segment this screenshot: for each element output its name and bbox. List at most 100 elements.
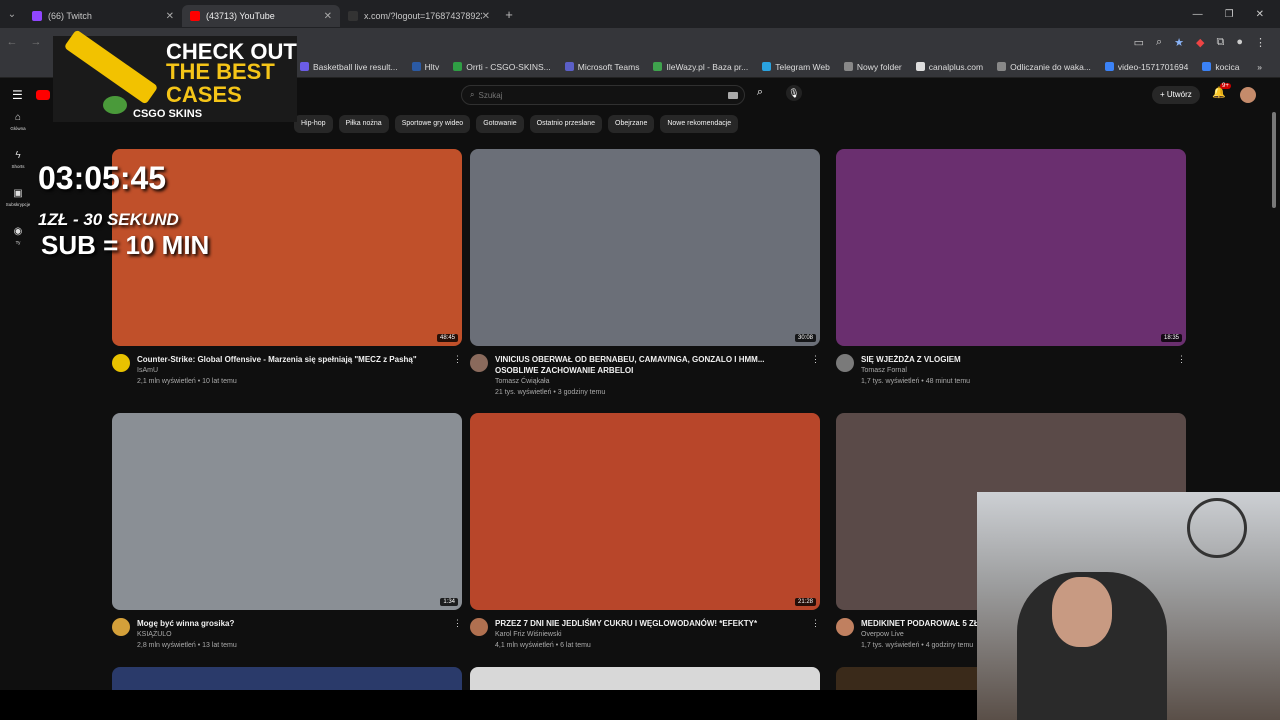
tab-search-icon[interactable]: ⌄ (0, 9, 24, 20)
video-card[interactable]: 30:08 VINICIUS OBERWAŁ OD BERNABEU, CAMA… (470, 149, 820, 398)
more-actions-icon[interactable]: ⋮ (453, 618, 462, 651)
filter-chip[interactable]: Ostatnio przesłane (529, 115, 603, 133)
channel-name[interactable]: Tomasz Fornal (861, 365, 1173, 376)
extension-icon[interactable]: ◆ (1196, 36, 1204, 49)
browser-tab[interactable]: x.com/?logout=176874378923 ✕ (340, 5, 498, 27)
bookmark-label: Orrti - CSGO-SKINS... (466, 61, 551, 72)
more-actions-icon[interactable]: ⋮ (453, 354, 462, 387)
video-thumbnail[interactable] (112, 667, 462, 691)
bookmark-label: video-1571701694 (1117, 61, 1189, 72)
video-title[interactable]: Counter-Strike: Global Offensive - Marze… (137, 354, 449, 365)
tab-title: (43713) YouTube (206, 11, 275, 21)
video-thumbnail[interactable]: 1:34 (112, 413, 462, 610)
sidebar-item-label: Subskrypcje (5, 202, 31, 207)
video-title[interactable]: VINICIUS OBERWAŁ OD BERNABEU, CAMAVINGA,… (495, 354, 807, 376)
extensions-puzzle-icon[interactable]: ⧉ (1216, 36, 1224, 49)
cast-icon[interactable]: ▭ (1134, 36, 1144, 49)
notification-badge: 9+ (1220, 83, 1231, 89)
filter-chip[interactable]: Piłka nożna (338, 115, 389, 133)
video-title[interactable]: Mogę być winna grosika? (137, 618, 449, 629)
video-title[interactable]: PRZEZ 7 DNI NIE JEDLIŚMY CUKRU I WĘGLOWO… (495, 618, 807, 629)
search-input[interactable] (478, 90, 679, 100)
scrollbar[interactable] (1272, 112, 1276, 208)
bookmark-label: Telegram Web (775, 61, 830, 72)
video-duration: 1:34 (440, 598, 458, 606)
profile-icon[interactable]: ● (1236, 36, 1243, 48)
browser-tab[interactable]: (66) Twitch ✕ (24, 5, 182, 27)
sub-rule: SUB = 10 MIN (41, 230, 210, 260)
channel-avatar[interactable] (836, 354, 854, 372)
video-card[interactable]: 21:28 PRZEZ 7 DNI NIE JEDLIŚMY CUKRU I W… (470, 413, 820, 651)
video-card[interactable]: 18:35 SIĘ WJEŻDŻA Z VLOGIEM Tomasz Forna… (836, 149, 1186, 387)
channel-name[interactable]: KSIĄŻULO (137, 629, 449, 640)
bookmark-item[interactable]: video-1571701694 (1104, 61, 1189, 72)
bookmark-item[interactable]: Odliczanie do waka... (997, 62, 1091, 72)
close-tab-icon[interactable]: ✕ (166, 11, 174, 22)
close-window-icon[interactable]: ✕ (1256, 9, 1264, 20)
sidebar-item[interactable]: ▣ Subskrypcje (0, 188, 36, 226)
bottom-strip (0, 690, 977, 720)
forward-icon[interactable]: → (24, 36, 48, 48)
channel-avatar[interactable] (470, 618, 488, 636)
filter-chip[interactable]: Gotowanie (476, 115, 524, 133)
menu-kebab-icon[interactable]: ⋮ (1255, 36, 1266, 49)
microphone-icon[interactable]: 🎙 (786, 85, 802, 101)
sidebar-item[interactable]: ⌂ Główna (0, 112, 36, 150)
bookmark-label: Nowy folder (856, 61, 902, 72)
youtube-logo[interactable] (36, 90, 50, 100)
minimize-icon[interactable]: — (1193, 9, 1203, 20)
video-thumbnail[interactable]: 30:08 (470, 149, 820, 346)
channel-avatar[interactable] (112, 354, 130, 372)
menu-icon[interactable]: ☰ (12, 88, 23, 102)
filter-chip[interactable]: Obejrzane (608, 115, 655, 133)
channel-avatar[interactable] (836, 618, 854, 636)
channel-name[interactable]: Karol Friz Wiśniewski (495, 629, 807, 640)
filter-chip[interactable]: Sportowe gry wideo (394, 115, 471, 133)
restore-icon[interactable]: ❐ (1225, 9, 1234, 20)
bookmark-item[interactable]: Basketball live result... (300, 62, 398, 72)
bookmark-item[interactable]: IleWazy.pl - Baza pr... (653, 62, 748, 72)
sidebar-item[interactable]: ◉ Ty (0, 226, 36, 264)
channel-name[interactable]: Tomasz Ćwiąkała (495, 376, 807, 387)
video-thumbnail[interactable]: 18:35 (836, 149, 1186, 346)
close-tab-icon[interactable]: ✕ (482, 11, 490, 22)
sidebar-item[interactable]: ϟ Shorts (0, 150, 36, 188)
avatar[interactable] (1240, 87, 1256, 103)
video-thumbnail[interactable]: 21:28 (470, 413, 820, 610)
search-button[interactable]: ⌕ (750, 86, 770, 99)
bookmark-item[interactable]: Microsoft Teams (564, 62, 639, 72)
bookmark-item[interactable]: Orrti - CSGO-SKINS... (453, 62, 551, 72)
video-card[interactable]: 1:34 Mogę być winna grosika? KSIĄŻULO 2,… (112, 413, 462, 651)
create-button[interactable]: + Utwórz (1152, 86, 1200, 104)
more-actions-icon[interactable]: ⋮ (811, 354, 820, 398)
channel-name[interactable]: IsAmU (137, 365, 449, 376)
promo-brand: CSGO SKINS (133, 108, 203, 120)
close-tab-icon[interactable]: ✕ (324, 11, 332, 22)
filter-chip[interactable]: Hip-hop (294, 115, 333, 133)
home-icon: ⌂ (14, 112, 22, 123)
more-actions-icon[interactable]: ⋮ (811, 618, 820, 651)
more-bookmarks-icon[interactable]: » (1257, 62, 1280, 72)
back-icon[interactable]: ← (0, 36, 24, 48)
zoom-icon[interactable]: ⌕ (1156, 36, 1162, 49)
pepe-icon (103, 96, 127, 114)
search-box[interactable]: ⌕ (461, 85, 745, 105)
bookmark-item[interactable]: Telegram Web (762, 62, 830, 72)
video-title[interactable]: SIĘ WJEŻDŻA Z VLOGIEM (861, 354, 1173, 365)
keyboard-icon[interactable] (728, 91, 738, 99)
bookmark-item[interactable]: Nowy folder (843, 61, 902, 72)
video-thumbnail[interactable] (470, 667, 820, 691)
channel-avatar[interactable] (112, 618, 130, 636)
bookmark-item[interactable]: canalplus.com (915, 62, 983, 72)
more-actions-icon[interactable]: ⋮ (1177, 354, 1186, 387)
bookmark-star-icon[interactable]: ★ (1174, 36, 1184, 49)
bookmark-favicon-icon (300, 62, 309, 71)
filter-chip[interactable]: Nowe rekomendacje (660, 115, 739, 133)
video-duration: 21:28 (794, 598, 816, 606)
bookmark-item[interactable]: kocica (1202, 62, 1239, 72)
new-tab-button[interactable]: + (498, 7, 520, 22)
browser-tab[interactable]: (43713) YouTube ✕ (182, 5, 340, 27)
bookmark-item[interactable]: Hltv (411, 62, 439, 72)
channel-avatar[interactable] (470, 354, 488, 372)
bookmark-favicon-icon (411, 62, 421, 71)
